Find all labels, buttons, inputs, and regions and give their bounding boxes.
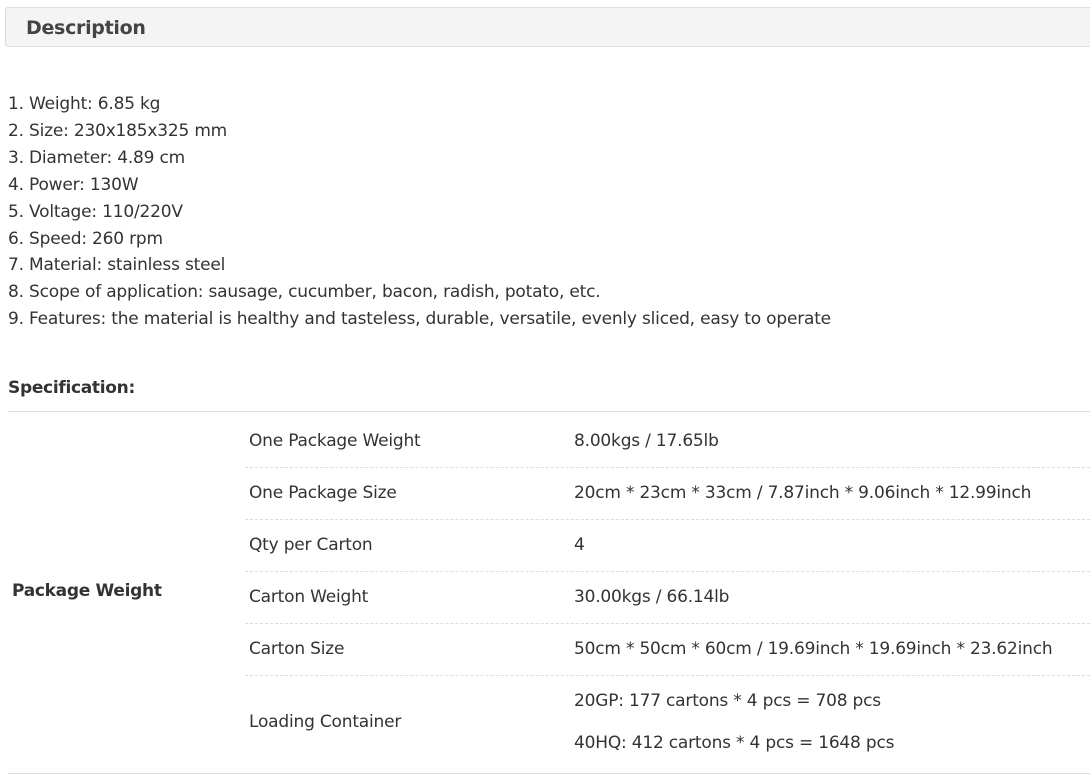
spec-value: 20cm * 23cm * 33cm / 7.87inch * 9.06inch… [574, 483, 1032, 503]
spec-row: Loading Container 20GP: 177 cartons * 4 … [245, 676, 1090, 773]
description-title: Description [26, 17, 146, 39]
feature-item: 1. Weight: 6.85 kg [8, 94, 161, 114]
feature-list: 1. Weight: 6.85 kg 2. Size: 230x185x325 … [8, 91, 831, 333]
feature-item: 6. Speed: 260 rpm [8, 228, 163, 249]
spec-key: One Package Weight [249, 431, 421, 451]
spec-key: Qty per Carton [249, 535, 373, 555]
feature-item: 5. Voltage: 110/220V [8, 201, 183, 222]
spec-key: Loading Container [249, 712, 402, 732]
spec-row: Carton Size 50cm * 50cm * 60cm / 19.69in… [245, 624, 1090, 676]
spec-value: 40HQ: 412 cartons * 4 pcs = 1648 pcs [574, 733, 895, 753]
feature-item: 7. Material: stainless steel [8, 255, 226, 276]
spec-table-bottom-border [8, 773, 1090, 774]
spec-row: Carton Weight 30.00kgs / 66.14lb [245, 572, 1090, 624]
spec-value: 8.00kgs / 17.65lb [574, 431, 719, 451]
feature-item: 2. Size: 230x185x325 mm [8, 120, 228, 141]
spec-key: One Package Size [249, 483, 397, 503]
spec-key: Carton Weight [249, 587, 369, 607]
feature-item: 8. Scope of application: sausage, cucumb… [8, 282, 601, 303]
specification-heading: Specification: [8, 378, 135, 398]
spec-value: 30.00kgs / 66.14lb [574, 587, 730, 607]
spec-value: 4 [574, 535, 585, 555]
spec-row: Qty per Carton 4 [245, 520, 1090, 572]
description-tab-header[interactable]: Description [5, 7, 1090, 47]
feature-item: 3. Diameter: 4.89 cm [8, 147, 185, 168]
feature-item: 9. Features: the material is healthy and… [8, 309, 831, 330]
spec-key: Carton Size [249, 639, 345, 659]
spec-value: 20GP: 177 cartons * 4 pcs = 708 pcs [574, 691, 881, 711]
spec-table-top-border [8, 411, 1090, 412]
spec-value: 50cm * 50cm * 60cm / 19.69inch * 19.69in… [574, 639, 1053, 659]
spec-row: One Package Size 20cm * 23cm * 33cm / 7.… [245, 468, 1090, 520]
spec-group-label: Package Weight [12, 581, 162, 601]
spec-row: One Package Weight 8.00kgs / 17.65lb [245, 416, 1090, 468]
feature-item: 4. Power: 130W [8, 174, 139, 195]
